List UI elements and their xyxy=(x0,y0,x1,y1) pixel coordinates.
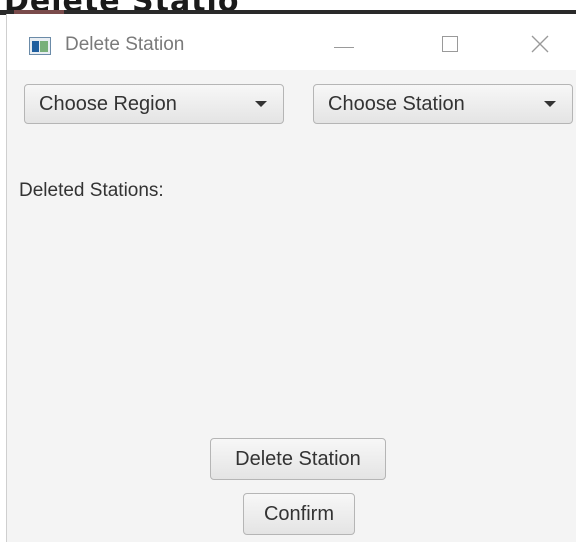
choose-station-label: Choose Station xyxy=(328,93,465,115)
choose-station-dropdown[interactable]: Choose Station xyxy=(313,84,573,124)
maximize-button[interactable] xyxy=(427,24,473,64)
window-title: Delete Station xyxy=(65,34,185,55)
close-button[interactable] xyxy=(517,24,563,64)
app-icon xyxy=(29,37,51,55)
chevron-down-icon xyxy=(544,101,556,107)
choose-region-dropdown[interactable]: Choose Region xyxy=(24,84,284,124)
minimize-button[interactable] xyxy=(321,24,367,64)
choose-region-label: Choose Region xyxy=(39,93,177,115)
minimize-icon xyxy=(334,46,354,48)
close-icon xyxy=(531,35,549,53)
maximize-icon xyxy=(442,36,458,52)
deleted-stations-label: Deleted Stations: xyxy=(19,180,164,201)
delete-station-window: Delete Station Choose Region Choose Stat… xyxy=(6,14,576,542)
confirm-button[interactable]: Confirm xyxy=(243,493,355,535)
chevron-down-icon xyxy=(255,101,267,107)
delete-station-button[interactable]: Delete Station xyxy=(210,438,386,480)
title-bar[interactable]: Delete Station xyxy=(7,14,576,70)
